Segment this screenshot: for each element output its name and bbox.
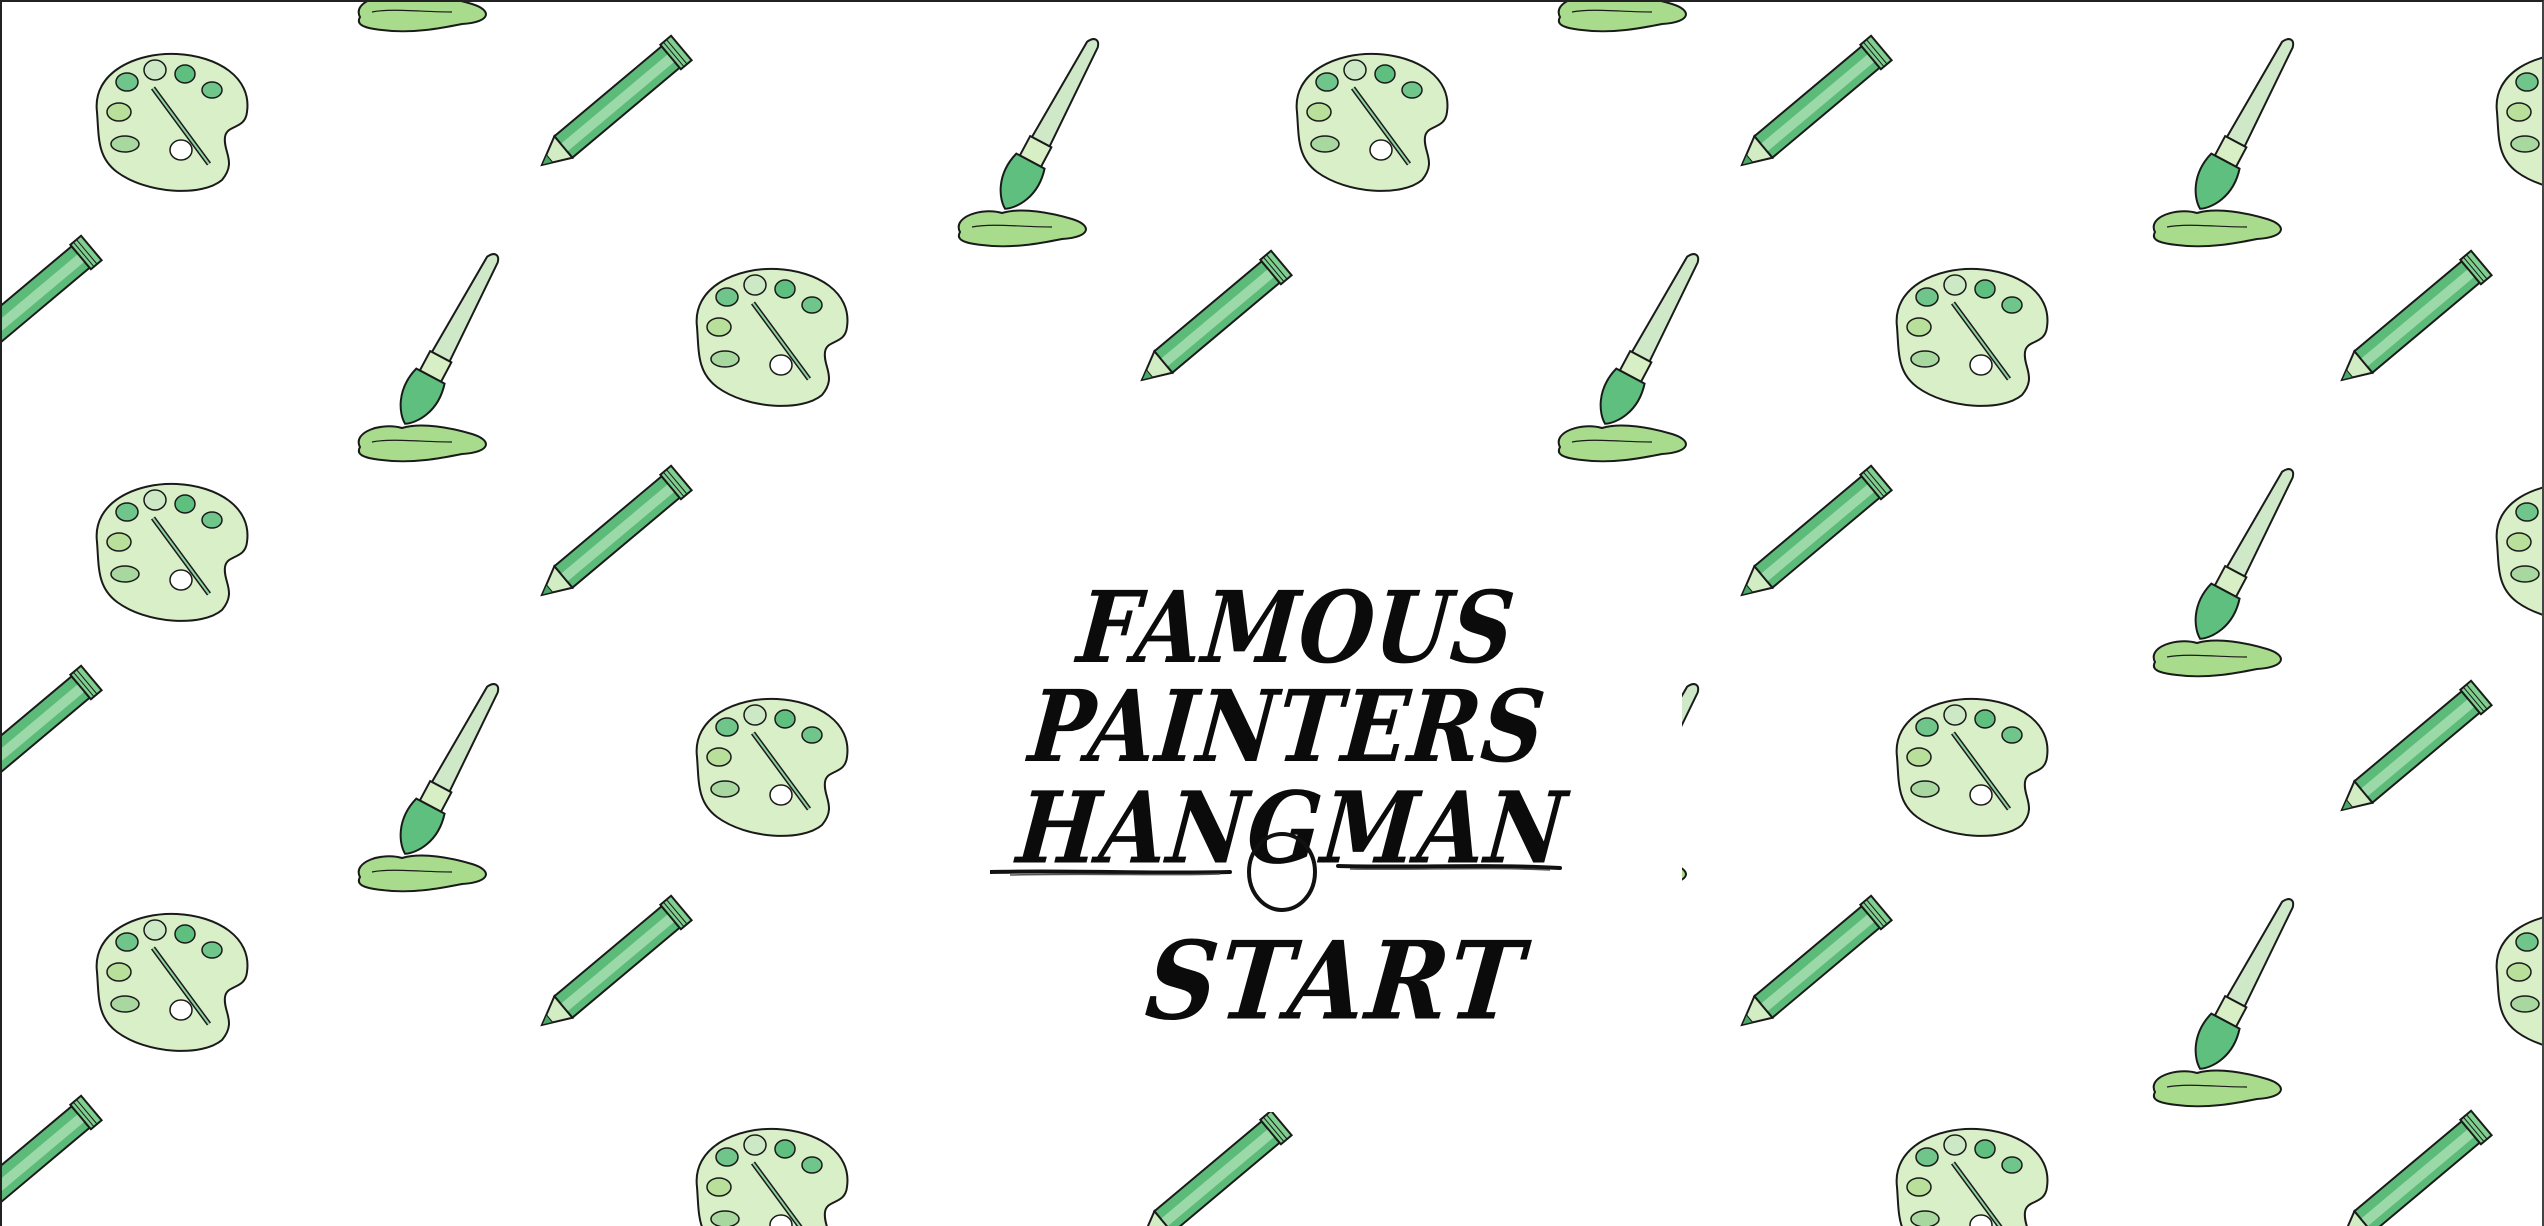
pencil-icon: [2330, 1109, 2493, 1226]
pencil-icon: [1130, 1109, 1293, 1226]
palette-icon: [2497, 914, 2544, 1051]
paintbrush-icon: [357, 244, 513, 463]
palette-icon: [697, 1129, 848, 1226]
pencil-icon: [1730, 894, 1893, 1039]
palette-icon: [697, 699, 848, 836]
pencil-icon: [530, 894, 693, 1039]
palette-icon: [97, 484, 248, 621]
palette-icon: [2497, 484, 2544, 621]
paintbrush-icon: [2152, 29, 2308, 248]
pencil-icon: [2330, 249, 2493, 394]
start-button[interactable]: START: [1141, 918, 1530, 1044]
palette-icon: [2497, 54, 2544, 191]
palette-icon: [1897, 699, 2048, 836]
pencil-icon: [2, 234, 103, 379]
palette-icon: [1297, 54, 1448, 191]
pencil-icon: [530, 464, 693, 609]
palette-icon: [1897, 1129, 2048, 1226]
title-line-1: FAMOUS PAINTERS: [1024, 569, 1551, 785]
palette-icon: [697, 269, 848, 406]
panel-notch: [952, 1002, 1072, 1112]
paintbrush-icon: [1557, 2, 1713, 33]
pencil-icon: [1730, 34, 1893, 179]
pencil-icon: [2, 1094, 103, 1226]
palette-icon: [97, 54, 248, 191]
pencil-icon: [2, 664, 103, 809]
pencil-icon: [2330, 679, 2493, 824]
paintbrush-icon: [2152, 889, 2308, 1108]
pencil-icon: [1130, 249, 1293, 394]
paintbrush-icon: [2152, 459, 2308, 678]
title-panel: FAMOUS PAINTERS HANGMAN START: [952, 570, 1682, 1112]
paintbrush-icon: [1557, 244, 1713, 463]
palette-icon: [1897, 269, 2048, 406]
pencil-icon: [1730, 464, 1893, 609]
paintbrush-icon: [957, 29, 1113, 248]
palette-icon: [97, 914, 248, 1051]
title-divider: [990, 832, 1562, 912]
game-screen: FAMOUS PAINTERS HANGMAN START: [0, 0, 2544, 1226]
paintbrush-icon: [357, 2, 513, 33]
paintbrush-icon: [357, 674, 513, 893]
pencil-icon: [530, 34, 693, 179]
